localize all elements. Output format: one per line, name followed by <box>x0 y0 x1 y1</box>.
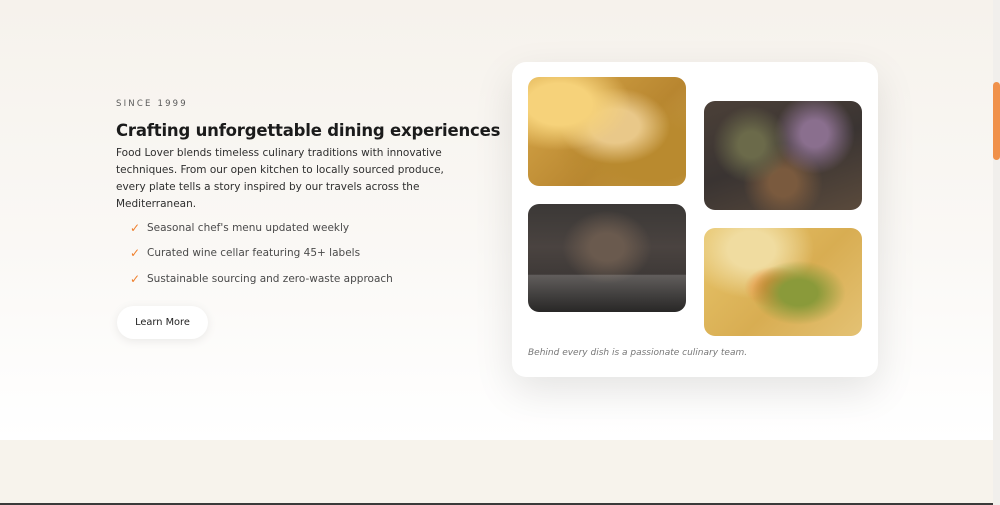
next-section-band <box>0 440 993 505</box>
scrollbar-thumb[interactable] <box>993 82 1000 160</box>
check-icon: ✓ <box>130 271 141 286</box>
feature-item: ✓ Sustainable sourcing and zero-waste ap… <box>130 266 393 292</box>
gallery-photo-plated-dish <box>704 228 862 336</box>
feature-list: ✓ Seasonal chef's menu updated weekly ✓ … <box>130 215 393 292</box>
scrollbar-track[interactable] <box>993 0 1000 505</box>
feature-item: ✓ Curated wine cellar featuring 45+ labe… <box>130 241 393 267</box>
gallery-caption: Behind every dish is a passionate culina… <box>528 348 748 358</box>
gallery-photo-dining-room <box>528 204 686 312</box>
gallery-photo-dish-closeup <box>528 77 686 186</box>
check-icon: ✓ <box>130 220 141 235</box>
section-description: Food Lover blends timeless culinary trad… <box>116 147 444 210</box>
about-section: SINCE 1999 Crafting unforgettable dining… <box>0 0 993 440</box>
section-title: Crafting unforgettable dining experience… <box>116 121 501 140</box>
learn-more-button[interactable]: Learn More <box>117 306 208 339</box>
check-icon: ✓ <box>130 246 141 261</box>
eyebrow-label: SINCE 1999 <box>116 99 188 109</box>
gallery-photo-platter <box>704 101 862 210</box>
gallery-card: Behind every dish is a passionate culina… <box>512 62 878 377</box>
feature-item: ✓ Seasonal chef's menu updated weekly <box>130 215 393 241</box>
feature-label: Seasonal chef's menu updated weekly <box>147 221 350 234</box>
feature-label: Curated wine cellar featuring 45+ labels <box>147 247 361 260</box>
feature-label: Sustainable sourcing and zero-waste appr… <box>147 272 393 285</box>
